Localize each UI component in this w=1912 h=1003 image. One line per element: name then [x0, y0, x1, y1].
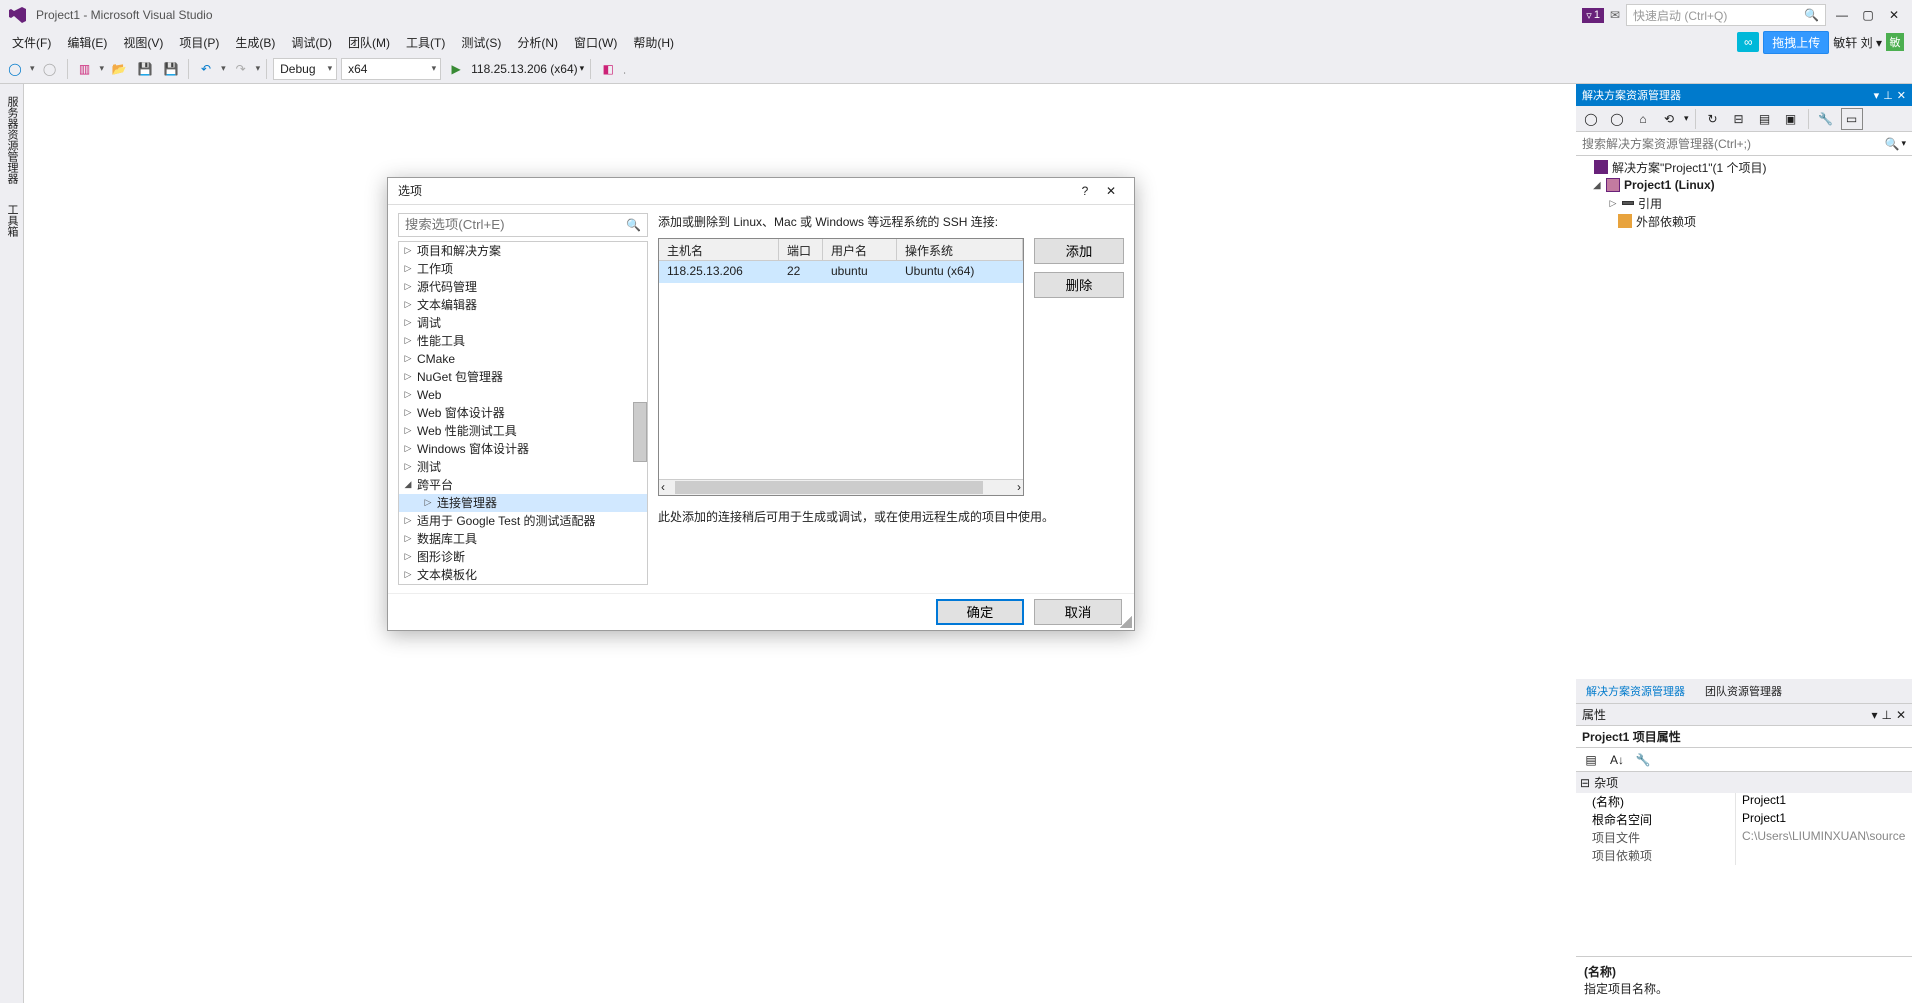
options-tree: ▷项目和解决方案 ▷工作项 ▷源代码管理 ▷文本编辑器 ▷调试 ▷性能工具 ▷C… [398, 241, 648, 585]
dialog-title: 选项 [398, 182, 1072, 199]
dialog-help-button[interactable]: ? [1072, 180, 1098, 202]
tree-item[interactable]: ▷Web 性能测试工具 [399, 422, 647, 440]
col-os[interactable]: 操作系统 [897, 239, 1023, 260]
search-icon: 🔍 [626, 218, 641, 232]
ok-button[interactable]: 确定 [936, 599, 1024, 625]
tree-item[interactable]: ▷数据库工具 [399, 530, 647, 548]
table-header: 主机名 端口 用户名 操作系统 [659, 239, 1023, 261]
cancel-button[interactable]: 取消 [1034, 599, 1122, 625]
connections-table: 主机名 端口 用户名 操作系统 118.25.13.206 22 ubuntu … [658, 238, 1024, 496]
tree-item[interactable]: ▷NuGet 包管理器 [399, 368, 647, 386]
tree-item[interactable]: ▷Windows 窗体设计器 [399, 440, 647, 458]
tree-item[interactable]: ▷工作项 [399, 260, 647, 278]
tree-item[interactable]: ▷调试 [399, 314, 647, 332]
tree-item[interactable]: ▷适用于 Google Test 的测试适配器 [399, 512, 647, 530]
options-search-input[interactable]: 🔍 [398, 213, 648, 237]
tree-scrollbar[interactable] [633, 402, 647, 462]
table-hscroll[interactable] [659, 479, 1023, 495]
tree-item[interactable]: ▷Web 窗体设计器 [399, 404, 647, 422]
tree-item-connection-manager[interactable]: ▷连接管理器 [399, 494, 647, 512]
col-username[interactable]: 用户名 [823, 239, 897, 260]
tree-item[interactable]: ▷性能工具 [399, 332, 647, 350]
connection-desc: 添加或删除到 Linux、Mac 或 Windows 等远程系统的 SSH 连接… [658, 213, 1124, 230]
dialog-close-button[interactable]: ✕ [1098, 180, 1124, 202]
table-row[interactable]: 118.25.13.206 22 ubuntu Ubuntu (x64) [659, 261, 1023, 283]
col-port[interactable]: 端口 [779, 239, 823, 260]
tree-item[interactable]: ▷文本编辑器 [399, 296, 647, 314]
resize-grip-icon[interactable] [1120, 616, 1132, 628]
tree-item[interactable]: ▷源代码管理 [399, 278, 647, 296]
tree-item[interactable]: ▷CMake [399, 350, 647, 368]
dialog-titlebar: 选项 ? ✕ [388, 178, 1134, 205]
tree-item[interactable]: ▷图形诊断 [399, 548, 647, 566]
tree-item[interactable]: ▷Web [399, 386, 647, 404]
tree-item[interactable]: ▷项目和解决方案 [399, 242, 647, 260]
tree-item[interactable]: ▷测试 [399, 458, 647, 476]
tree-item[interactable]: ▷文本模板化 [399, 566, 647, 584]
add-connection-button[interactable]: 添加 [1034, 238, 1124, 264]
dialog-overlay: 选项 ? ✕ 🔍 ▷项目和解决方案 ▷工作项 ▷源代码管理 ▷文本编辑器 ▷调试… [0, 0, 1912, 1003]
tree-item-crossplatform[interactable]: ◢跨平台 [399, 476, 647, 494]
options-dialog: 选项 ? ✕ 🔍 ▷项目和解决方案 ▷工作项 ▷源代码管理 ▷文本编辑器 ▷调试… [387, 177, 1135, 631]
delete-connection-button[interactable]: 删除 [1034, 272, 1124, 298]
col-hostname[interactable]: 主机名 [659, 239, 779, 260]
connection-note: 此处添加的连接稍后可用于生成或调试，或在使用远程生成的项目中使用。 [658, 508, 1124, 525]
